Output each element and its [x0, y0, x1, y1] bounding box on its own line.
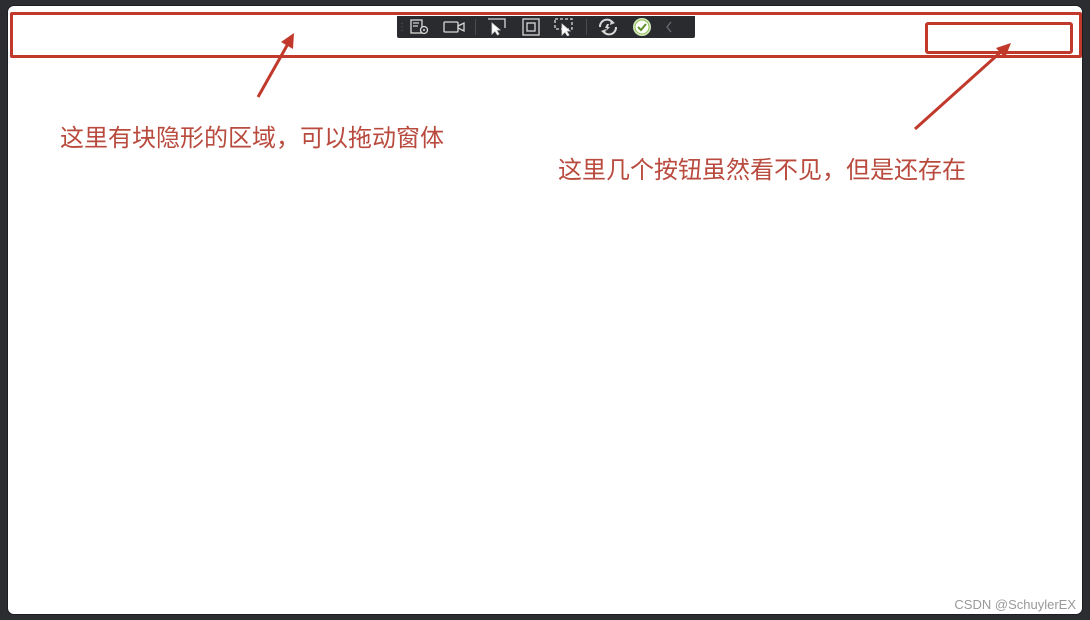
drag-region-annotation: 这里有块隐形的区域，可以拖动窗体	[60, 124, 444, 152]
caption-buttons-annotation: 这里几个按钮虽然看不见，但是还存在	[558, 156, 966, 184]
watermark: CSDN @SchuylerEX	[954, 597, 1076, 612]
app-window	[8, 6, 1082, 614]
caption-buttons-highlight	[925, 22, 1073, 54]
drag-region-highlight	[10, 12, 1082, 58]
